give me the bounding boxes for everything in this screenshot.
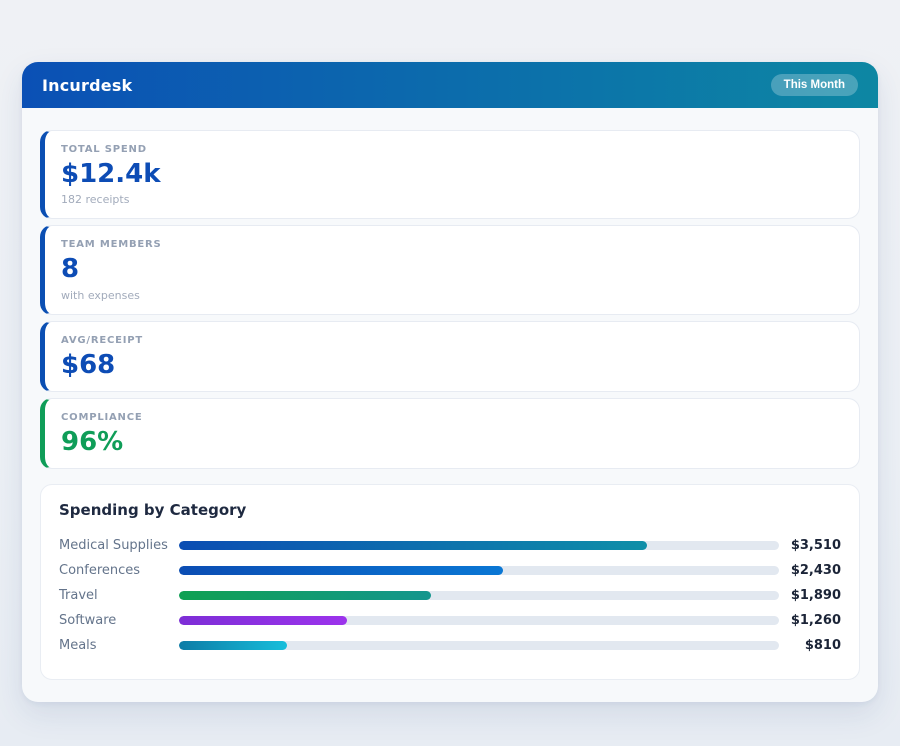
bar-fill [179,541,647,550]
dashboard-body: TOTAL SPEND $12.4k 182 receipts TEAM MEM… [22,108,878,702]
stat-value: 8 [61,256,841,283]
stat-card: TOTAL SPEND $12.4k 182 receipts [40,130,860,219]
category-value: $3,510 [779,538,841,553]
category-value: $2,430 [779,563,841,578]
chart-row: Meals $810 [59,633,841,658]
category-value: $1,260 [779,613,841,628]
chart-row: Software $1,260 [59,608,841,633]
bar-track [179,541,779,550]
stat-label: TOTAL SPEND [61,144,841,155]
stat-card: AVG/RECEIPT $68 [40,321,860,392]
category-label: Software [59,613,179,628]
chart-row: Travel $1,890 [59,583,841,608]
bar-track [179,591,779,600]
stats-list: TOTAL SPEND $12.4k 182 receipts TEAM MEM… [40,130,860,469]
stat-subtext: with expenses [61,289,841,302]
stat-value: $68 [61,352,841,379]
category-label: Conferences [59,563,179,578]
dashboard-card: Incurdesk This Month TOTAL SPEND $12.4k … [22,62,878,702]
bar-track [179,641,779,650]
chart-title: Spending by Category [59,501,841,519]
app-title: Incurdesk [42,76,132,95]
spending-chart-card: Spending by Category Medical Supplies $3… [40,484,860,680]
bar-fill [179,616,347,625]
page-background: { "header": { "title": "Incurdesk", "bad… [0,0,900,746]
chart-row: Medical Supplies $3,510 [59,533,841,558]
chart-rows: Medical Supplies $3,510 Conferences $2,4… [59,533,841,658]
category-value: $1,890 [779,588,841,603]
period-badge[interactable]: This Month [771,74,858,96]
bar-track [179,616,779,625]
stat-subtext: 182 receipts [61,193,841,206]
app-header: Incurdesk This Month [22,62,878,108]
category-label: Medical Supplies [59,538,179,553]
bar-fill [179,566,503,575]
stat-label: AVG/RECEIPT [61,335,841,346]
stat-label: TEAM MEMBERS [61,239,841,250]
category-label: Meals [59,638,179,653]
category-label: Travel [59,588,179,603]
stat-card: TEAM MEMBERS 8 with expenses [40,225,860,314]
stat-value: $12.4k [61,161,841,188]
stat-card: COMPLIANCE 96% [40,398,860,469]
category-value: $810 [779,638,841,653]
bar-track [179,566,779,575]
bar-fill [179,641,287,650]
bar-fill [179,591,431,600]
stat-value: 96% [61,429,841,456]
chart-row: Conferences $2,430 [59,558,841,583]
stat-label: COMPLIANCE [61,412,841,423]
